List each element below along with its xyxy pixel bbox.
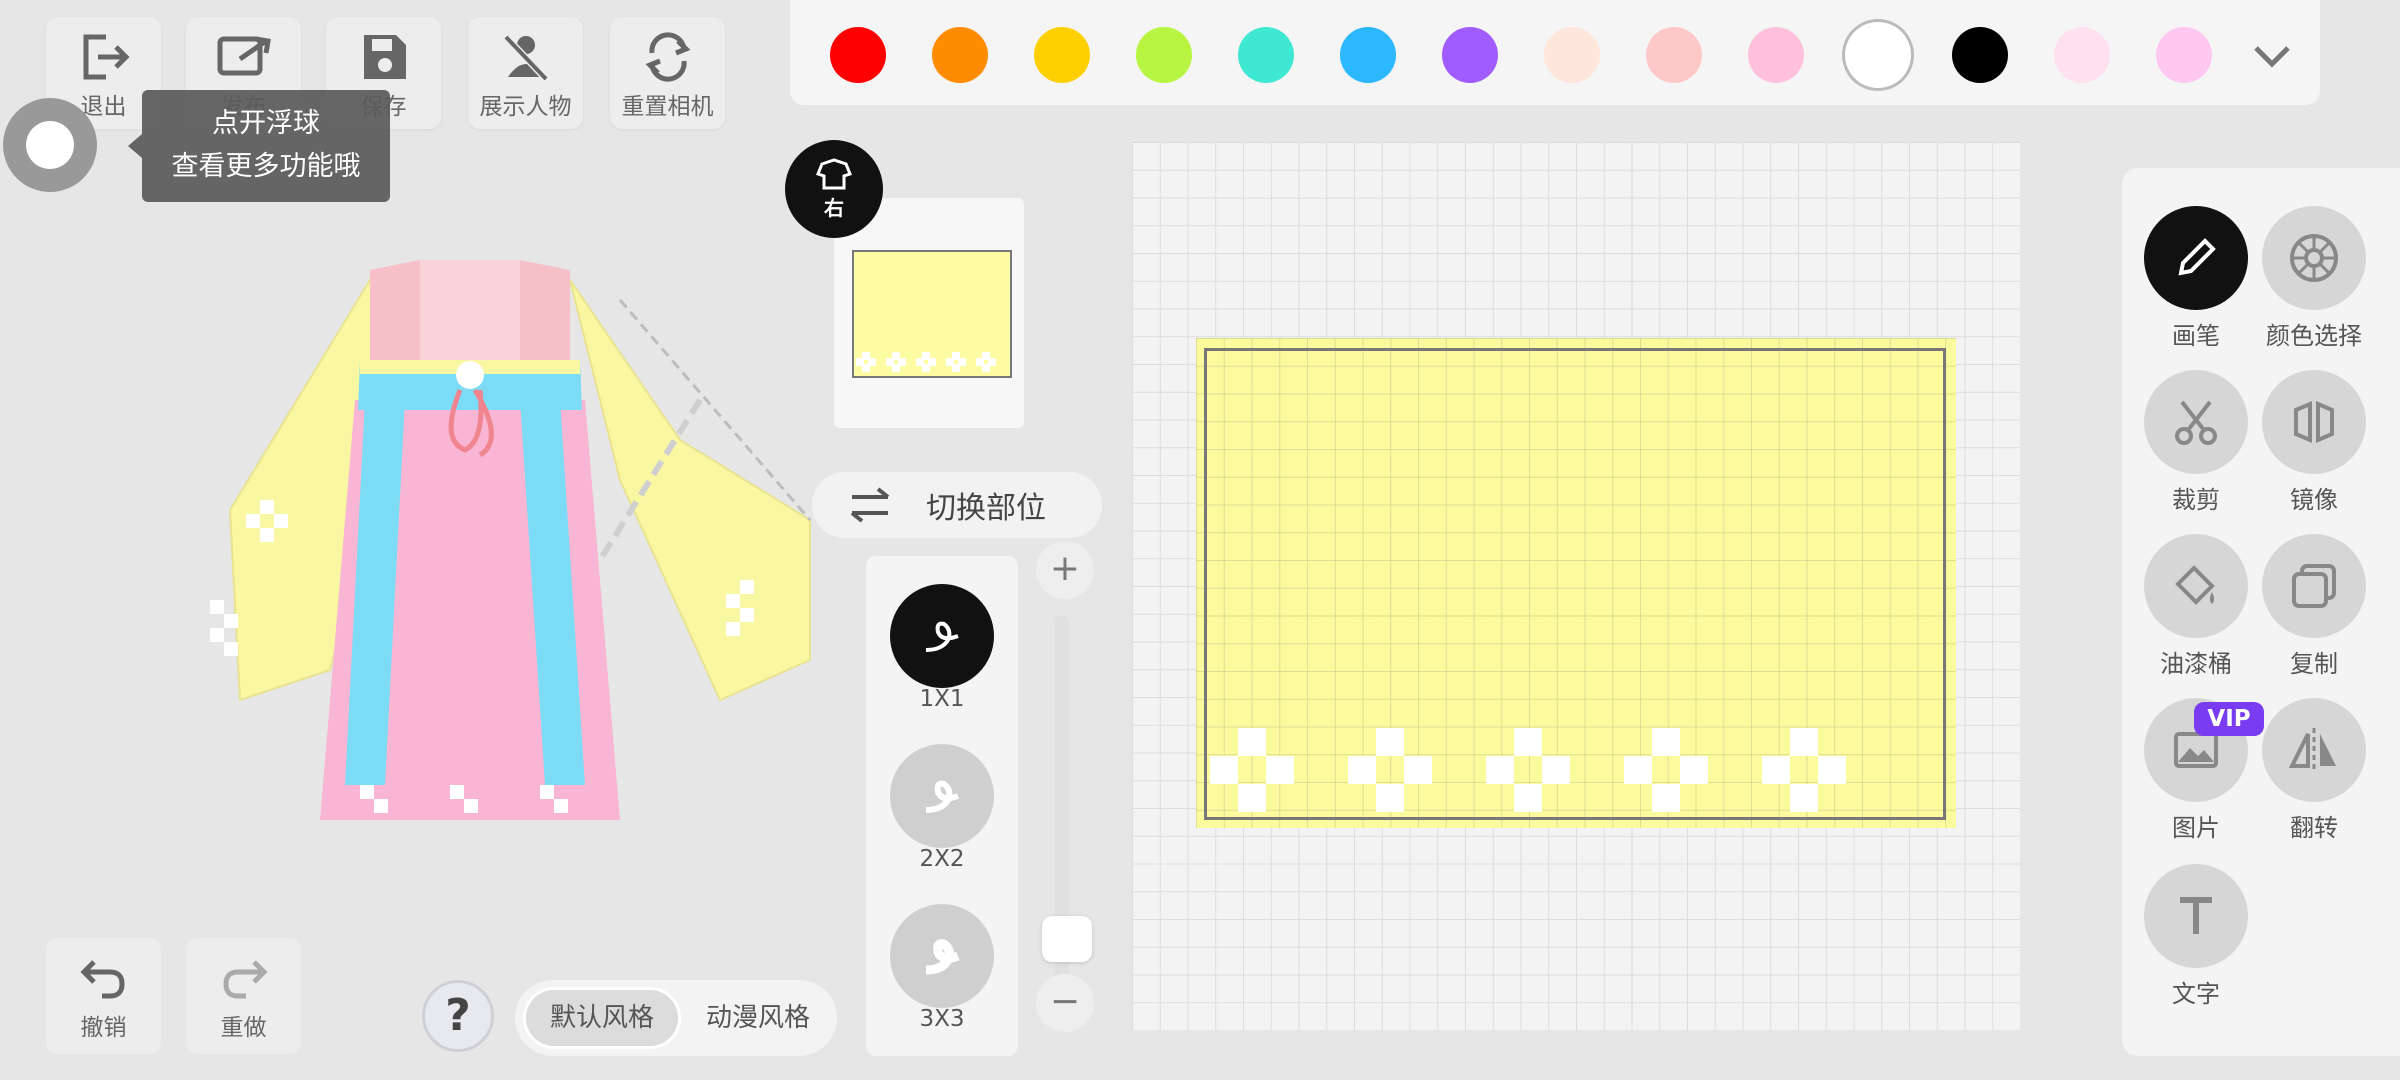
brush-2x2-button[interactable] <box>890 744 994 848</box>
brush-2x2-label: 2X2 <box>919 846 965 872</box>
color-picker-button[interactable] <box>2262 206 2366 310</box>
mirror-icon <box>2294 400 2334 444</box>
swatch-black[interactable] <box>1952 27 2008 83</box>
vip-badge: VIP <box>2194 702 2264 736</box>
shirt-icon <box>816 157 852 189</box>
side-indicator-badge[interactable]: 右 <box>785 140 883 238</box>
refresh-icon <box>645 32 690 82</box>
pencil-icon <box>2178 238 2216 276</box>
brush-1x1-button[interactable] <box>890 584 994 688</box>
swatch-pink[interactable] <box>1748 27 1804 83</box>
copy-tool-button[interactable] <box>2262 534 2366 638</box>
tooltip-line-2: 查看更多功能哦 <box>171 151 361 182</box>
redo-label: 重做 <box>220 1015 267 1041</box>
person-hidden-icon <box>502 34 549 82</box>
brush-3x3-label: 3X3 <box>919 1006 965 1032</box>
render-style-toggle: 默认风格 动漫风格 <box>515 980 837 1056</box>
swatch-orange[interactable] <box>932 27 988 83</box>
brush-stroke-icon <box>925 780 960 813</box>
swatch-light-red[interactable] <box>1646 27 1702 83</box>
flip-tool-button[interactable] <box>2262 698 2366 802</box>
copy-tool-label: 复制 <box>2290 650 2338 678</box>
garment-3d-preview[interactable] <box>120 240 820 840</box>
text-tool-label: 文字 <box>2172 980 2220 1008</box>
floating-ball-button[interactable] <box>3 98 97 192</box>
switch-part-label: 切换部位 <box>926 491 1046 526</box>
pen-tool-button[interactable] <box>2144 206 2248 310</box>
paint-bucket-icon <box>2175 565 2215 605</box>
reset-camera-button[interactable]: 重置相机 <box>610 17 725 129</box>
help-button[interactable]: ? <box>422 980 494 1052</box>
part-preview-card <box>834 198 1024 428</box>
redo-icon <box>222 960 268 999</box>
floating-ball-dot <box>26 121 74 169</box>
brush-stroke-icon <box>925 939 960 975</box>
text-icon <box>2180 897 2212 934</box>
show-character-button[interactable]: 展示人物 <box>468 17 583 129</box>
chevron-down-icon[interactable] <box>2248 36 2296 76</box>
zoom-slider-handle[interactable] <box>1042 916 1092 962</box>
thumbnail-pattern <box>856 352 996 372</box>
scissors-icon <box>2175 400 2217 445</box>
swatch-light-magenta[interactable] <box>2156 27 2212 83</box>
switch-part-button[interactable]: 切换部位 <box>812 472 1102 538</box>
flip-tool-label: 翻转 <box>2290 814 2338 842</box>
undo-label: 撤销 <box>80 1015 127 1041</box>
zoom-out-button[interactable]: − <box>1036 974 1094 1032</box>
show-character-label: 展示人物 <box>479 94 572 120</box>
swatch-white[interactable] <box>1850 27 1906 83</box>
swatch-lime[interactable] <box>1136 27 1192 83</box>
color-wheel-icon <box>2290 234 2338 282</box>
undo-button[interactable]: 撤销 <box>46 938 161 1054</box>
text-tool-button[interactable] <box>2144 864 2248 968</box>
swatch-yellow[interactable] <box>1034 27 1090 83</box>
swatch-pale-pink[interactable] <box>2054 27 2110 83</box>
publish-icon <box>217 36 271 76</box>
part-preview-thumbnail <box>852 250 1012 378</box>
canvas-pixel-motifs <box>1210 728 1846 812</box>
style-anime-option[interactable]: 动漫风格 <box>685 987 831 1049</box>
swatch-peach[interactable] <box>1544 27 1600 83</box>
brush-3x3-button[interactable] <box>890 904 994 1008</box>
exit-icon <box>83 34 130 80</box>
brush-stroke-icon <box>925 621 959 652</box>
swatch-purple[interactable] <box>1442 27 1498 83</box>
brush-size-panel: 1X1 2X2 3X3 <box>866 556 1018 1056</box>
flip-icon <box>2288 728 2336 772</box>
brush-1x1-label: 1X1 <box>919 686 965 712</box>
undo-icon <box>79 960 125 999</box>
floating-ball-tooltip: 点开浮球 查看更多功能哦 <box>128 90 390 202</box>
save-icon <box>363 35 406 79</box>
copy-icon <box>2292 564 2336 608</box>
color-palette <box>790 0 2320 105</box>
swatch-turquoise[interactable] <box>1238 27 1294 83</box>
swatch-red[interactable] <box>830 27 886 83</box>
paint-bucket-button[interactable] <box>2144 534 2248 638</box>
side-indicator-label: 右 <box>824 195 844 220</box>
color-picker-label: 颜色选择 <box>2266 322 2362 350</box>
swap-icon <box>850 487 890 523</box>
mirror-tool-label: 镜像 <box>2290 486 2338 514</box>
style-default-option[interactable]: 默认风格 <box>523 987 681 1049</box>
redo-button[interactable]: 重做 <box>186 938 301 1054</box>
crop-tool-button[interactable] <box>2144 370 2248 474</box>
tooltip-line-1: 点开浮球 <box>212 108 320 139</box>
reset-camera-label: 重置相机 <box>621 94 714 120</box>
swatch-sky-blue[interactable] <box>1340 27 1396 83</box>
zoom-in-button[interactable]: + <box>1036 541 1094 599</box>
mirror-tool-button[interactable] <box>2262 370 2366 474</box>
